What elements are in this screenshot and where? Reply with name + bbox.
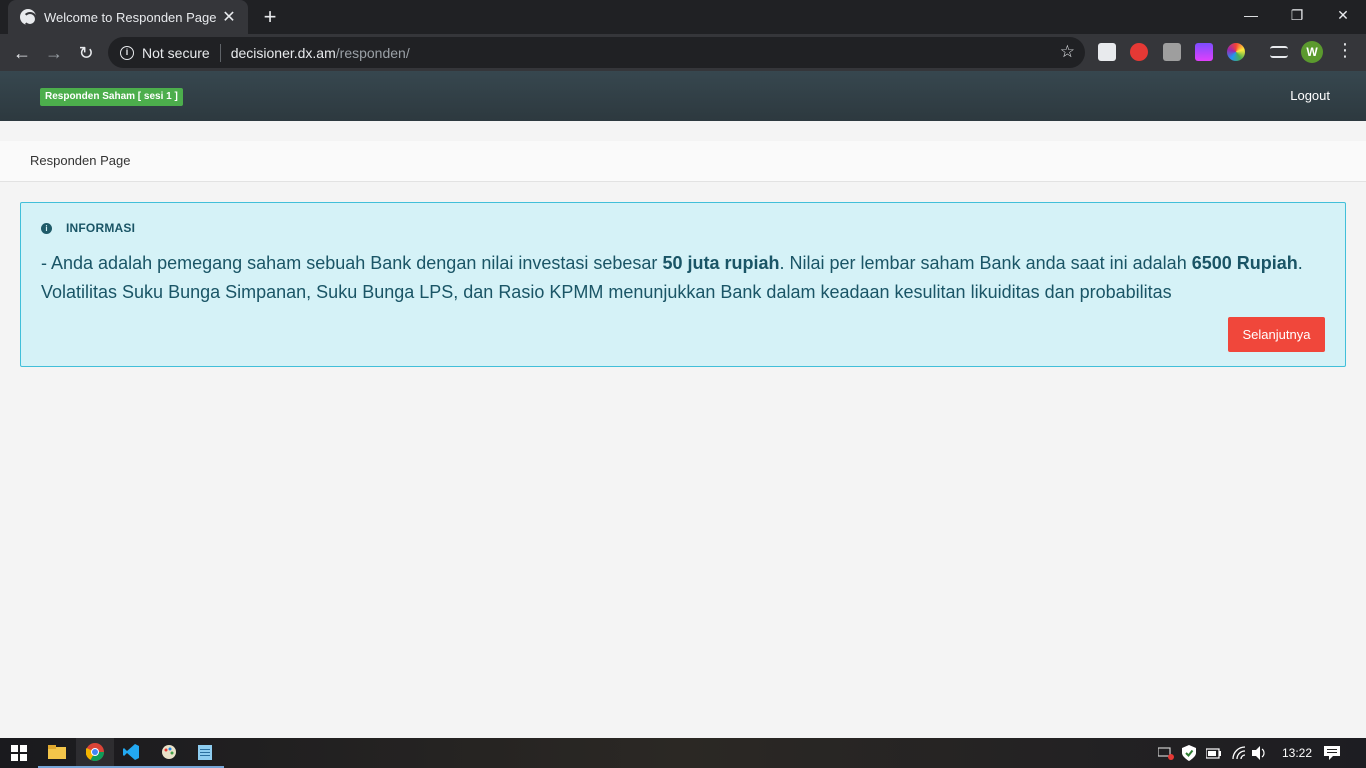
windows-icon	[11, 745, 27, 761]
profile-avatar[interactable]: W	[1301, 41, 1323, 63]
wifi-icon[interactable]	[1232, 738, 1248, 768]
extension-icon-1[interactable]	[1098, 43, 1116, 61]
reload-button[interactable]: ↻	[72, 39, 100, 67]
network-warning-icon[interactable]	[1157, 738, 1174, 768]
defender-shield-icon[interactable]	[1182, 738, 1198, 768]
extension-icon-3[interactable]	[1163, 43, 1181, 61]
volume-icon[interactable]	[1252, 738, 1268, 768]
app-header: Responden Saham [ sesi 1 ] Logout	[0, 71, 1366, 121]
tab-title: Welcome to Responden Page	[44, 9, 217, 25]
browser-toolbar: ← → ↻ i Not secure decisioner.dx.am/resp…	[0, 34, 1366, 71]
color-picker-extension-icon[interactable]	[1227, 43, 1245, 61]
back-button[interactable]: ←	[8, 39, 36, 67]
paint-icon	[162, 745, 176, 759]
page-title: Responden Page	[30, 153, 131, 168]
next-button[interactable]: Selanjutnya	[1228, 317, 1325, 352]
extension-icon-2[interactable]	[1130, 43, 1148, 61]
url-host[interactable]: decisioner.dx.am	[231, 45, 336, 61]
extension-icon-4[interactable]	[1195, 43, 1213, 61]
share-price: 6500 Rupiah	[1191, 253, 1298, 273]
start-button[interactable]	[0, 738, 38, 768]
globe-icon	[20, 9, 37, 26]
close-window-button[interactable]: ✕	[1320, 0, 1366, 32]
battery-icon[interactable]	[1205, 738, 1222, 768]
taskbar: 13:22	[0, 738, 1366, 768]
restore-button[interactable]: ❐	[1274, 0, 1320, 32]
info-title: INFORMASI	[66, 221, 136, 235]
info-box: i INFORMASI - Anda adalah pemegang saham…	[20, 202, 1346, 367]
info-text-2: . Nilai per lembar saham Bank anda saat …	[779, 253, 1192, 273]
investment-value: 50 juta rupiah	[662, 253, 780, 273]
chrome-taskbar[interactable]	[76, 738, 114, 768]
browser-tab[interactable]: Welcome to Responden Page ✕	[8, 0, 248, 34]
security-label[interactable]: Not secure	[142, 45, 210, 61]
info-header: i INFORMASI	[41, 221, 135, 235]
file-explorer-taskbar[interactable]	[38, 738, 76, 768]
info-icon[interactable]: i	[120, 45, 134, 60]
info-message: - Anda adalah pemegang saham sebuah Bank…	[41, 249, 1331, 307]
omnibox-divider	[219, 43, 221, 62]
vscode-taskbar[interactable]	[112, 738, 150, 768]
info-circle-icon: i	[41, 222, 52, 234]
address-bar[interactable]: i Not secure decisioner.dx.am/responden/…	[108, 37, 1085, 68]
logout-link[interactable]: Logout	[1290, 88, 1330, 103]
media-control-icon[interactable]	[1270, 46, 1288, 58]
browser-menu-icon[interactable]: ⋮	[1336, 40, 1354, 61]
bookmark-star-icon[interactable]: ☆	[1060, 42, 1075, 62]
vscode-icon	[123, 744, 139, 760]
browser-titlebar: Welcome to Responden Page ✕ + — ❐ ✕	[0, 0, 1366, 34]
clock[interactable]: 13:22	[1280, 738, 1314, 768]
session-badge: Responden Saham [ sesi 1 ]	[40, 88, 183, 106]
tab-close-icon[interactable]: ✕	[220, 7, 238, 27]
minimize-button[interactable]: —	[1228, 0, 1274, 32]
info-text-1: - Anda adalah pemegang saham sebuah Bank…	[41, 253, 663, 273]
notepad-icon	[198, 745, 212, 760]
notepad-taskbar[interactable]	[186, 738, 224, 768]
forward-button[interactable]: →	[40, 39, 68, 67]
new-tab-button[interactable]: +	[258, 4, 282, 30]
breadcrumb: Responden Page	[0, 141, 1366, 182]
url-path[interactable]: /responden/	[336, 45, 410, 61]
paint-taskbar[interactable]	[150, 738, 188, 768]
chrome-icon	[86, 743, 104, 761]
notification-icon[interactable]	[1324, 738, 1342, 768]
folder-icon	[48, 745, 66, 759]
